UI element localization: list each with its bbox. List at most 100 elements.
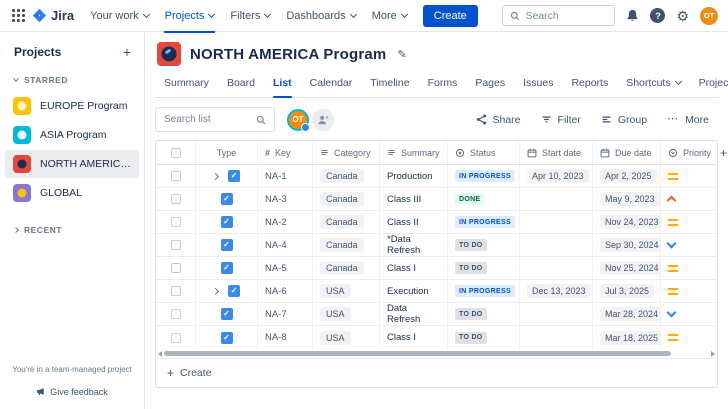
cell-priority[interactable]	[661, 257, 717, 279]
create-issue-button[interactable]: + Create	[156, 359, 717, 387]
cell-due-date[interactable]: Mar 28, 2024	[593, 303, 661, 325]
row-checkbox[interactable]	[171, 171, 181, 181]
add-people-button[interactable]	[312, 109, 334, 131]
column-header-type[interactable]: Type	[196, 141, 258, 164]
expand-chevron-icon[interactable]	[212, 287, 219, 294]
cell-category[interactable]: Canada	[313, 211, 380, 233]
global-search[interactable]	[502, 5, 615, 26]
cell-due-date[interactable]: May 9, 2023	[593, 188, 661, 210]
cell-status[interactable]: IN PROGRESS	[448, 211, 520, 233]
tab-calendar[interactable]: Calendar	[301, 74, 362, 97]
cell-category[interactable]: Canada	[313, 234, 380, 256]
jira-logo[interactable]: Jira	[32, 8, 74, 23]
cell-due-date[interactable]: Sep 30, 2024	[593, 234, 661, 256]
cell-start-date[interactable]	[520, 257, 593, 279]
cell-priority[interactable]	[661, 211, 717, 233]
sidebar-item-europe-program[interactable]: EUROPE Program	[5, 92, 139, 120]
row-select-cell[interactable]	[156, 234, 196, 256]
cell-status[interactable]: TO DO	[448, 326, 520, 349]
column-header-status[interactable]: Status	[448, 141, 520, 164]
cell-summary[interactable]: *Data Refresh	[380, 234, 448, 256]
cell-summary[interactable]: Class II	[380, 211, 448, 233]
cell-key[interactable]: NA-2	[258, 211, 313, 233]
column-header-key[interactable]: #Key	[258, 141, 313, 164]
cell-type[interactable]: ✓	[196, 211, 258, 233]
cell-priority[interactable]	[661, 280, 717, 302]
select-all-checkbox-cell[interactable]	[156, 141, 196, 164]
scroll-right-arrow[interactable]	[711, 351, 715, 357]
recent-section-toggle[interactable]: RECENT	[0, 225, 144, 235]
cell-key[interactable]: NA-7	[258, 303, 313, 325]
cell-summary[interactable]: Execution	[380, 280, 448, 302]
list-search[interactable]	[155, 107, 275, 132]
cell-type[interactable]: ✓	[196, 257, 258, 279]
column-header-summary[interactable]: Summary	[380, 141, 448, 164]
row-select-cell[interactable]	[156, 303, 196, 325]
edit-title-icon[interactable]: ✎	[397, 48, 406, 61]
nav-item-dashboards[interactable]: Dashboards	[278, 0, 363, 32]
column-header-priority[interactable]: Priority+	[661, 141, 717, 164]
tab-project-settings[interactable]: Project settings	[690, 74, 728, 97]
add-column-button[interactable]: +	[716, 146, 727, 160]
tab-reports[interactable]: Reports	[562, 74, 617, 97]
cell-type[interactable]: ✓	[196, 303, 258, 325]
cell-due-date[interactable]: Jul 3, 2025	[593, 280, 661, 302]
cell-type[interactable]: ✓	[196, 188, 258, 210]
row-select-cell[interactable]	[156, 257, 196, 279]
row-select-cell[interactable]	[156, 326, 196, 349]
sidebar-item-asia-program[interactable]: ASIA Program	[5, 121, 139, 149]
cell-priority[interactable]	[661, 326, 717, 349]
row-checkbox[interactable]	[171, 263, 181, 273]
cell-category[interactable]: USA	[313, 280, 380, 302]
give-feedback-button[interactable]: Give feedback	[36, 387, 108, 397]
row-checkbox[interactable]	[171, 286, 181, 296]
help-icon[interactable]: ?	[650, 8, 665, 23]
global-search-input[interactable]	[525, 10, 607, 22]
cell-start-date[interactable]	[520, 211, 593, 233]
nav-item-filters[interactable]: Filters	[222, 0, 278, 32]
cell-start-date[interactable]: Apr 10, 2023	[520, 165, 593, 187]
cell-category[interactable]: Canada	[313, 188, 380, 210]
cell-type[interactable]: ✓	[196, 234, 258, 256]
cell-priority[interactable]	[661, 188, 717, 210]
cell-category[interactable]: Canada	[313, 257, 380, 279]
cell-status[interactable]: TO DO	[448, 257, 520, 279]
member-avatar[interactable]: OT	[287, 109, 309, 131]
column-header-start-date[interactable]: Start date	[520, 141, 593, 164]
cell-start-date[interactable]	[520, 303, 593, 325]
cell-status[interactable]: IN PROGRESS	[448, 165, 520, 187]
select-all-checkbox[interactable]	[171, 148, 181, 158]
user-avatar[interactable]: OT	[700, 7, 718, 25]
add-project-button[interactable]: +	[123, 45, 131, 59]
nav-item-more[interactable]: More	[364, 0, 415, 32]
row-checkbox[interactable]	[171, 333, 181, 343]
cell-key[interactable]: NA-1	[258, 165, 313, 187]
cell-status[interactable]: TO DO	[448, 234, 520, 256]
scroll-left-arrow[interactable]	[158, 351, 162, 357]
cell-type[interactable]: ✓	[196, 280, 258, 302]
nav-item-your-work[interactable]: Your work	[82, 0, 157, 32]
group-button[interactable]: Group	[592, 110, 656, 130]
cell-category[interactable]: USA	[313, 326, 380, 349]
cell-due-date[interactable]: Nov 25, 2024	[593, 257, 661, 279]
more-button[interactable]: ⋯More	[658, 110, 718, 130]
cell-type[interactable]: ✓	[196, 165, 258, 187]
cell-priority[interactable]	[661, 165, 717, 187]
cell-summary[interactable]: Data Refresh	[380, 303, 448, 325]
sidebar-item-global[interactable]: GLOBAL	[5, 179, 139, 207]
horizontal-scrollbar[interactable]	[156, 349, 717, 359]
cell-key[interactable]: NA-5	[258, 257, 313, 279]
cell-due-date[interactable]: Apr 2, 2025	[593, 165, 661, 187]
cell-category[interactable]: USA	[313, 303, 380, 325]
cell-start-date[interactable]	[520, 234, 593, 256]
scrollbar-thumb[interactable]	[164, 351, 671, 356]
expand-chevron-icon[interactable]	[212, 172, 219, 179]
list-search-input[interactable]	[164, 114, 252, 125]
settings-gear-icon[interactable]: ⚙	[676, 9, 689, 23]
cell-type[interactable]: ✓	[196, 326, 258, 349]
row-checkbox[interactable]	[171, 194, 181, 204]
cell-status[interactable]: DONE	[448, 188, 520, 210]
row-select-cell[interactable]	[156, 211, 196, 233]
cell-summary[interactable]: Production	[380, 165, 448, 187]
share-button[interactable]: Share	[467, 110, 530, 130]
